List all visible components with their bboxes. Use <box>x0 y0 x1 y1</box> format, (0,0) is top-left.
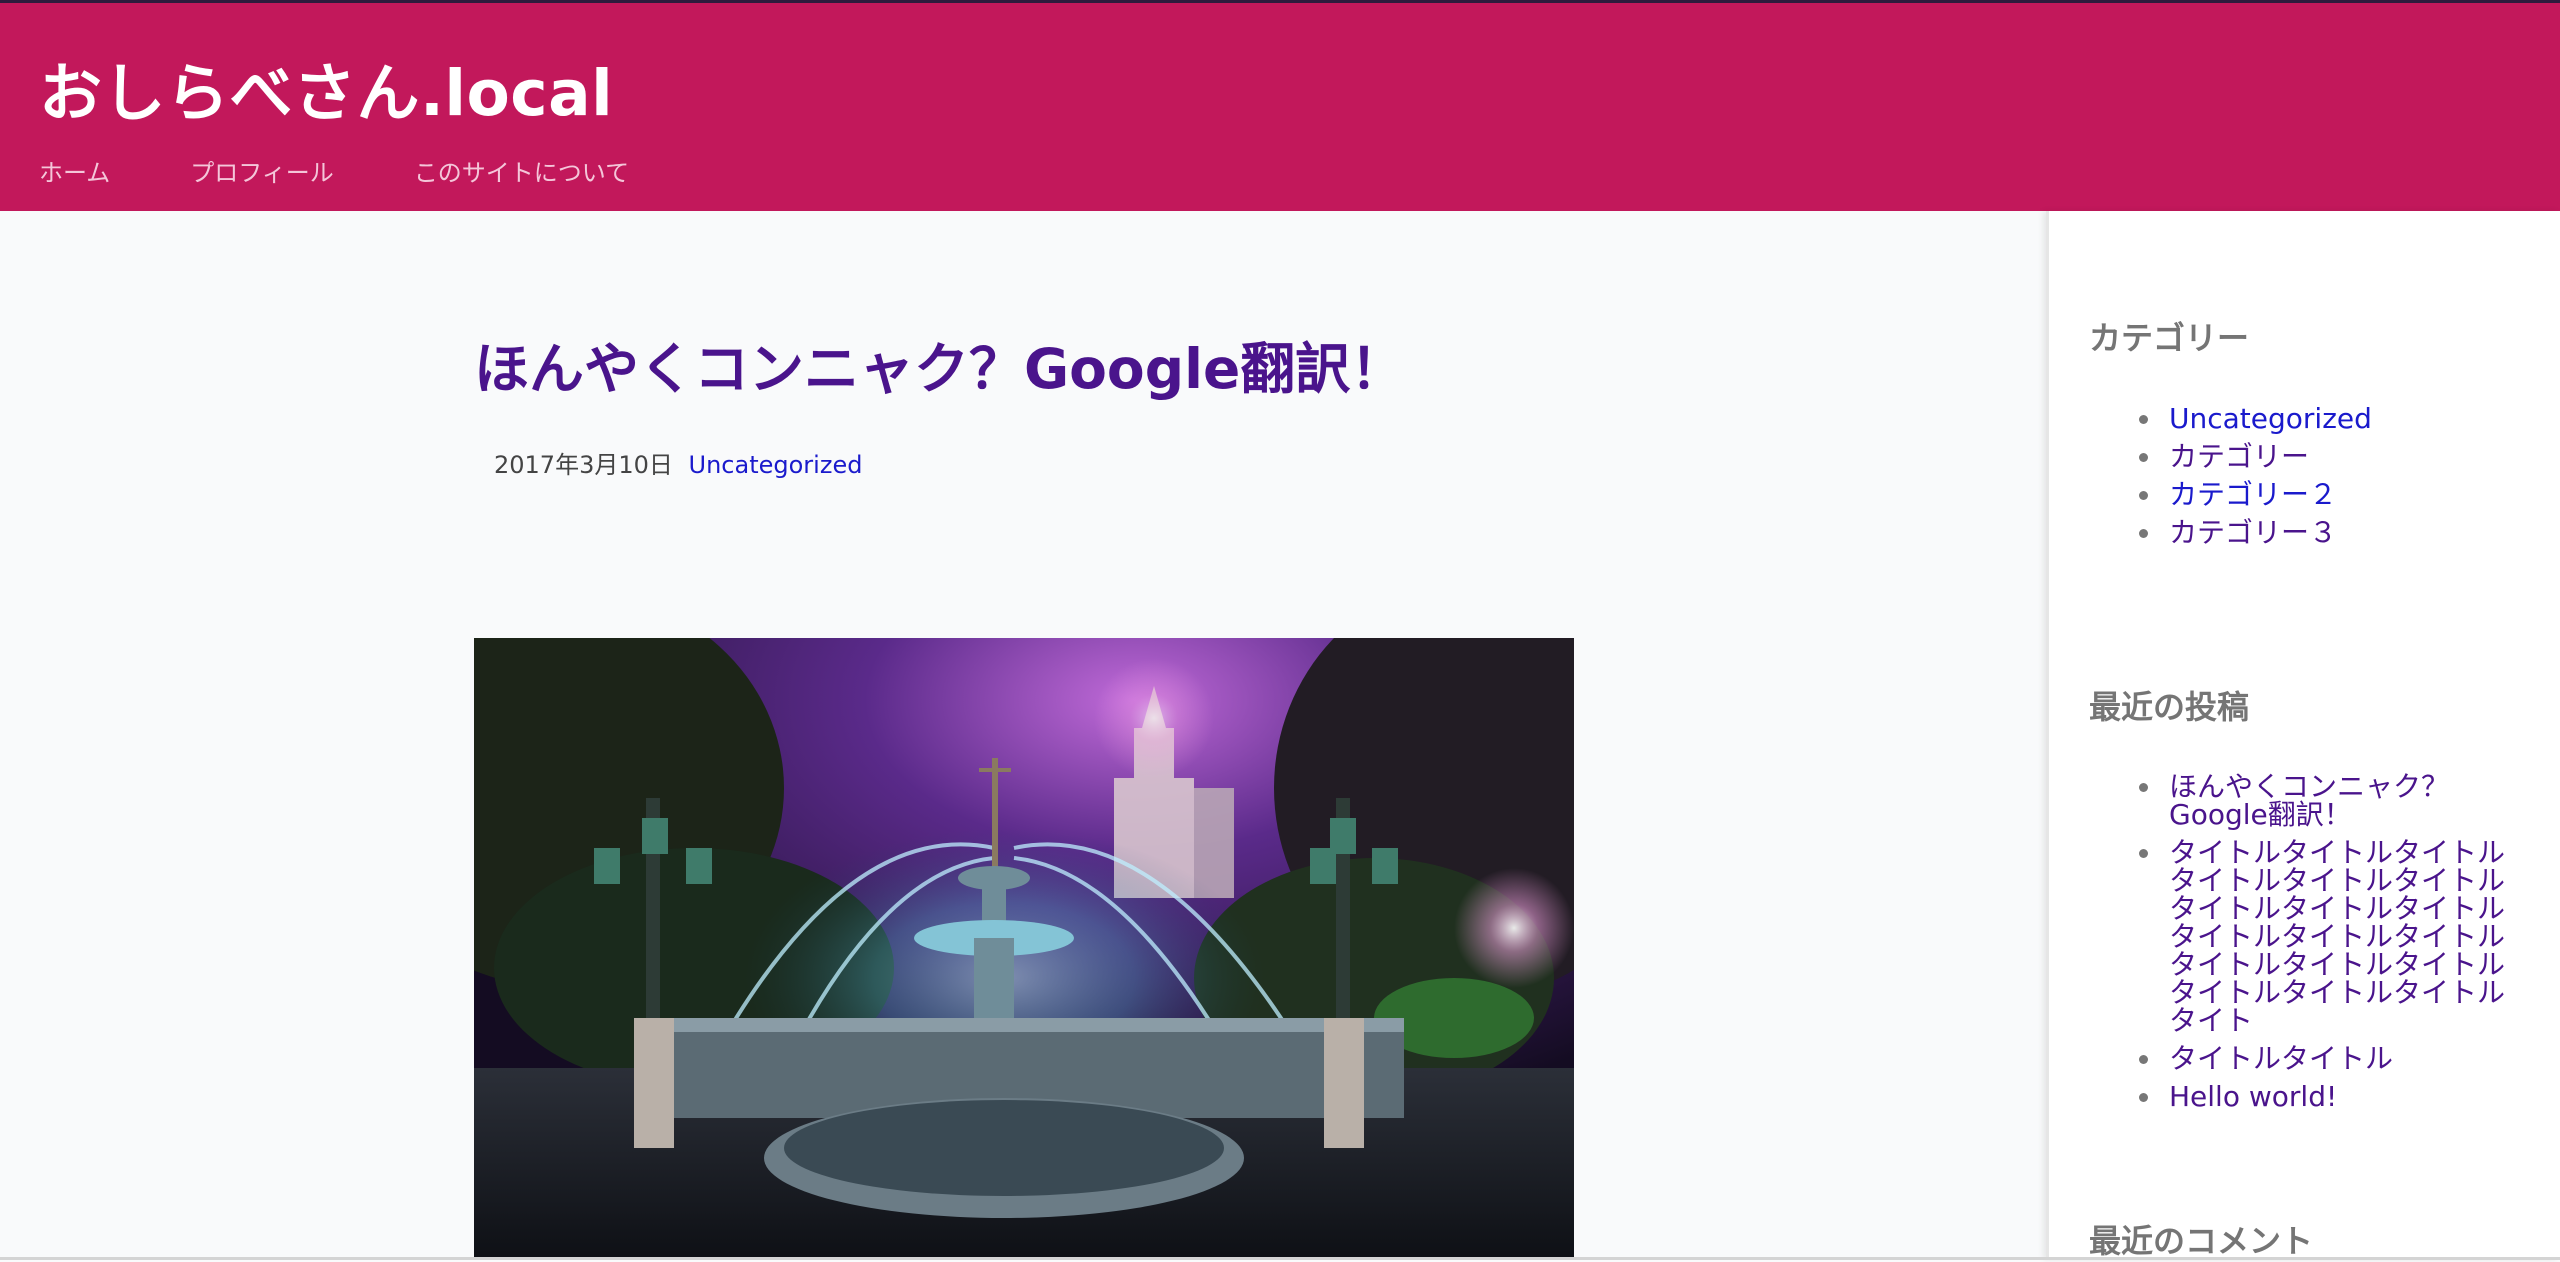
list-item: ほんやくコンニャク？Google翻訳！ <box>2139 770 2529 831</box>
post-date: 2017年3月10日 <box>494 451 673 479</box>
recent-post-link[interactable]: ほんやくコンニャク？Google翻訳！ <box>2169 770 2449 831</box>
category-link-category-3[interactable]: カテゴリー３ <box>2169 516 2337 549</box>
list-item: カテゴリー２ <box>2139 478 2529 511</box>
sidebar: カテゴリー Uncategorized カテゴリー カテゴリー２ カテゴリー３ … <box>2046 211 2560 1260</box>
category-link-uncategorized[interactable]: Uncategorized <box>2169 402 2372 435</box>
list-item: カテゴリー <box>2139 440 2529 473</box>
nav-item-about[interactable]: このサイトについて <box>414 153 629 188</box>
categories-list: Uncategorized カテゴリー カテゴリー２ カテゴリー３ <box>2089 405 2529 557</box>
category-link-category[interactable]: カテゴリー <box>2169 440 2309 473</box>
recent-post-link[interactable]: タイトルタイトルタイトルタイトルタイトルタイトルタイトルタイトルタイトルタイトル… <box>2169 836 2505 1037</box>
category-link-category-2[interactable]: カテゴリー２ <box>2169 478 2337 511</box>
nav-item-profile[interactable]: プロフィール <box>190 153 334 188</box>
list-item: カテゴリー３ <box>2139 516 2529 549</box>
list-item: Hello world! <box>2139 1080 2529 1113</box>
recent-posts-list: ほんやくコンニャク？Google翻訳！ タイトルタイトルタイトルタイトルタイトル… <box>2089 773 2529 1121</box>
post-title[interactable]: ほんやくコンニャク？Google翻訳！ <box>474 324 1405 404</box>
widget-title-recent-posts: 最近の投稿 <box>2089 688 2250 726</box>
site-title[interactable]: おしらべさん.local <box>39 43 613 134</box>
widget-title-recent-comments: 最近のコメント <box>2089 1222 2314 1260</box>
post-category-link[interactable]: Uncategorized <box>689 451 863 479</box>
featured-image[interactable] <box>474 638 1574 1260</box>
widget-title-categories: カテゴリー <box>2089 319 2250 357</box>
list-item: タイトルタイトルタイトルタイトルタイトルタイトルタイトルタイトルタイトルタイトル… <box>2139 836 2529 1037</box>
recent-post-link[interactable]: Hello world! <box>2169 1080 2337 1113</box>
post-meta: 2017年3月10日 Uncategorized <box>494 445 862 480</box>
site-header: おしらべさん.local ホーム プロフィール このサイトについて <box>0 0 2560 211</box>
nav-item-home[interactable]: ホーム <box>39 153 110 188</box>
recent-post-link[interactable]: タイトルタイトル <box>2169 1042 2393 1075</box>
main-content: ほんやくコンニャク？Google翻訳！ 2017年3月10日 Uncategor… <box>0 211 2046 1260</box>
list-item: Uncategorized <box>2139 402 2529 435</box>
night-fountain-photo <box>474 638 1574 1260</box>
list-item: タイトルタイトル <box>2139 1042 2529 1075</box>
main-nav: ホーム プロフィール このサイトについて <box>39 153 709 188</box>
